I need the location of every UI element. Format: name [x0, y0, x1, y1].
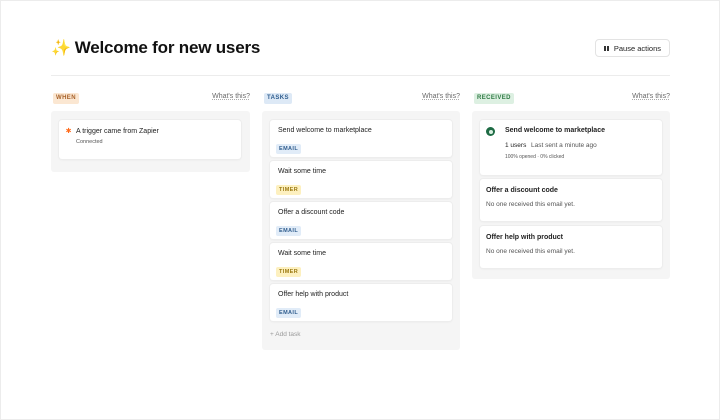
received-card-title: Offer a discount code: [486, 187, 558, 194]
timer-badge: TIMER: [276, 185, 302, 195]
tasks-column: Send welcome to marketplace EMAIL Wait s…: [262, 111, 460, 350]
page-title: ✨ Welcome for new users: [51, 38, 260, 58]
email-badge: EMAIL: [276, 226, 302, 236]
received-tag: RECEIVED: [474, 93, 514, 104]
task-card[interactable]: Offer a discount code EMAIL: [270, 202, 452, 239]
received-stats: 100% opened · 0% clicked: [505, 154, 565, 160]
task-card[interactable]: Send welcome to marketplace EMAIL: [270, 120, 452, 157]
email-badge: EMAIL: [276, 144, 302, 154]
received-column-header: RECEIVED What's this?: [474, 93, 670, 104]
tasks-whats-this-link[interactable]: What's this?: [422, 93, 460, 100]
pause-actions-label: Pause actions: [613, 43, 661, 53]
add-task-button[interactable]: + Add task: [270, 331, 301, 338]
received-last-sent: Last sent a minute ago: [531, 142, 597, 149]
received-whats-this-link[interactable]: What's this?: [632, 93, 670, 100]
timer-badge: TIMER: [276, 267, 302, 277]
task-card[interactable]: Wait some time TIMER: [270, 243, 452, 280]
tasks-column-header: TASKS What's this?: [264, 93, 460, 104]
task-card[interactable]: Offer help with product EMAIL: [270, 284, 452, 321]
pause-actions-button[interactable]: Pause actions: [595, 39, 670, 57]
when-column-header: WHEN What's this?: [53, 93, 250, 104]
page-header: ✨ Welcome for new users Pause actions: [51, 38, 670, 62]
header-divider: [51, 75, 670, 76]
task-title: Wait some time: [278, 168, 326, 175]
sender-avatar: [486, 127, 495, 136]
trigger-card[interactable]: ✱ A trigger came from Zapier Connected: [59, 120, 241, 159]
email-badge: EMAIL: [276, 308, 302, 318]
pause-icon: [604, 45, 609, 51]
received-card[interactable]: Offer help with product No one received …: [480, 226, 662, 268]
tasks-tag: TASKS: [264, 93, 292, 104]
received-card-subtitle: No one received this email yet.: [486, 248, 575, 255]
when-column: ✱ A trigger came from Zapier Connected: [51, 111, 250, 172]
trigger-status: Connected: [76, 139, 103, 145]
trigger-title: A trigger came from Zapier: [76, 128, 159, 135]
when-tag: WHEN: [53, 93, 79, 104]
received-summary-card[interactable]: Send welcome to marketplace 1 users Last…: [480, 120, 662, 175]
received-column: Send welcome to marketplace 1 users Last…: [472, 111, 670, 279]
task-title: Wait some time: [278, 250, 326, 257]
zapier-icon: ✱: [65, 128, 72, 135]
when-whats-this-link[interactable]: What's this?: [212, 93, 250, 100]
received-card[interactable]: Offer a discount code No one received th…: [480, 179, 662, 221]
task-card[interactable]: Wait some time TIMER: [270, 161, 452, 198]
received-users-count: 1 users: [505, 142, 527, 149]
sparkles-icon: ✨: [51, 40, 71, 57]
task-title: Send welcome to marketplace: [278, 127, 372, 134]
task-title: Offer help with product: [278, 291, 349, 298]
page-title-text: Welcome for new users: [74, 38, 261, 57]
received-card-subtitle: No one received this email yet.: [486, 201, 575, 208]
received-card-title: Offer help with product: [486, 234, 563, 241]
task-title: Offer a discount code: [278, 209, 345, 216]
received-title: Send welcome to marketplace: [505, 127, 605, 134]
